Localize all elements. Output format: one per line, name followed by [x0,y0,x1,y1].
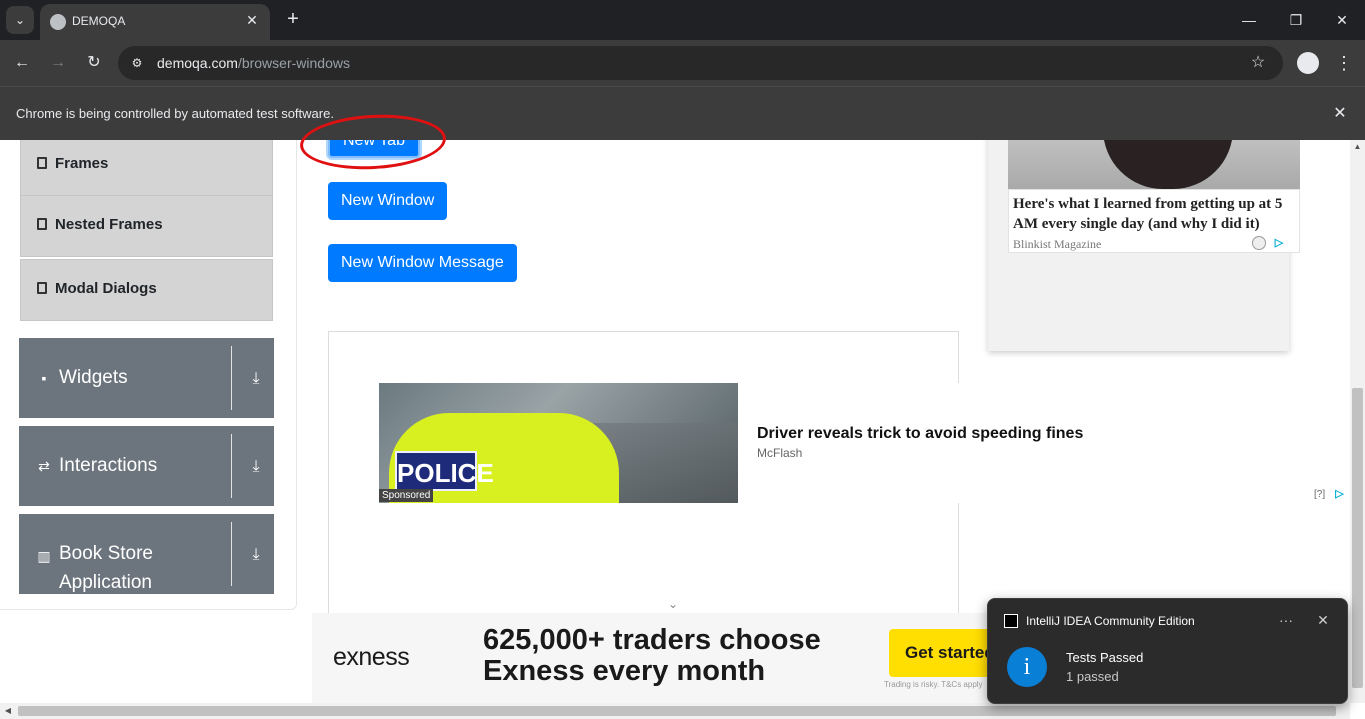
exness-logo: exness [333,643,410,671]
sidebar-group-label: Interactions [59,455,158,476]
infobar-close-icon[interactable]: ✕ [1330,104,1350,124]
ad-image-subject [1103,140,1233,189]
html5-icon [37,218,47,230]
ad-source: McFlash [757,446,803,460]
ad-text-panel[interactable]: Driver reveals trick to avoid speeding f… [738,383,1350,503]
vertical-scrollbar[interactable]: ▲ [1350,140,1365,703]
sidebar-group-interactions[interactable]: ⇄ Interactions ⤓ [19,426,274,506]
scroll-left-icon[interactable]: ◀ [3,706,13,716]
sidebar-item-label: Modal Dialogs [55,280,157,297]
forward-button[interactable]: → [46,51,70,75]
download-icon[interactable]: ⤓ [246,369,266,389]
more-options-icon[interactable]: ··· [1276,610,1296,630]
get-started-button[interactable]: Get started [889,629,999,677]
interactions-icon: ⇄ [38,458,50,474]
sidebar-group-book-store[interactable]: ▥ Book Store Application ⤓ [19,514,274,594]
chrome-menu-icon[interactable]: ⋮ [1334,51,1354,75]
download-icon[interactable]: ⤓ [246,457,266,477]
new-tab-button[interactable]: + [281,8,305,32]
toast-body: 1 passed [1066,669,1119,684]
book-icon: ▥ [37,548,51,564]
sidebar-item-frames[interactable]: Frames [20,140,273,196]
risk-disclaimer: Trading is risky. T&Cs apply [884,680,983,689]
banner-headline-line1: 625,000+ traders choose [483,624,821,656]
infobar-text: Chrome is being controlled by automated … [16,106,334,121]
sidebar-item-label: Nested Frames [55,216,163,233]
profile-avatar-icon[interactable] [1297,52,1319,74]
sidebar-item-nested-frames[interactable]: Nested Frames [20,195,273,257]
window-minimize-button[interactable]: — [1237,8,1261,32]
sidebar-item-label: Frames [55,155,109,172]
site-info-icon[interactable]: ⚙ [128,54,146,72]
sponsored-label: Sponsored [379,489,434,502]
divider [231,522,232,586]
sidebar-group-label-line1: Book Store [59,543,153,564]
url-text[interactable]: demoqa.com/browser-windows [157,55,350,71]
automation-infobar: Chrome is being controlled by automated … [0,86,1365,140]
divider [231,434,232,498]
tab-title: DEMOQA [72,14,126,28]
address-bar[interactable]: ⚙ demoqa.com/browser-windows ☆ [118,46,1283,80]
window-close-button[interactable]: ✕ [1330,8,1354,32]
sidebar-group-widgets[interactable]: ▪ Widgets ⤓ [19,338,274,418]
police-sign: POLICE [395,451,494,491]
banner-headline: 625,000+ traders choose Exness every mon… [483,625,821,687]
tab-close-icon[interactable]: ✕ [242,10,262,30]
widgets-icon: ▪ [41,370,47,386]
scrollbar-thumb[interactable] [18,706,1336,716]
ad-source: Blinkist Magazine [1013,237,1102,251]
window-restore-button[interactable]: ❐ [1284,8,1308,32]
ad-image [1008,140,1300,189]
ad-title[interactable]: Here's what I learned from getting up at… [1013,194,1298,234]
toast-title: Tests Passed [1066,650,1144,665]
intellij-icon [1004,614,1018,628]
download-icon[interactable]: ⤓ [246,545,266,565]
toast-app-name: IntelliJ IDEA Community Edition [1026,614,1195,628]
info-icon: i [1007,647,1047,687]
html5-icon [37,282,47,294]
chevron-down-icon[interactable]: ⌄ [665,596,681,612]
bookmark-star-icon[interactable]: ☆ [1247,52,1269,74]
back-button[interactable]: ← [10,51,34,75]
ad-feedback-icon[interactable] [1252,236,1266,250]
scrollbar-thumb[interactable] [1352,388,1363,688]
ad-image[interactable]: POLICE [379,383,738,503]
tab-strip: ⌄ DEMOQA ✕ + — ❐ ✕ [0,0,1365,40]
sidebar-group-label: Widgets [59,367,128,388]
browser-toolbar: ← → ↻ ⚙ demoqa.com/browser-windows ☆ ⋮ [0,40,1365,86]
tab-search-button[interactable]: ⌄ [6,6,34,34]
sidebar-group-label-line2: Application [59,572,152,593]
globe-icon [50,14,66,30]
divider [231,346,232,410]
tab-demoqa[interactable]: DEMOQA ✕ [40,4,270,40]
reload-button[interactable]: ↻ [82,51,106,75]
url-path: /browser-windows [237,55,350,71]
banner-headline-line2: Exness every month [483,655,766,687]
side-ad[interactable]: Here's what I learned from getting up at… [988,140,1300,351]
url-domain: demoqa.com [157,55,238,71]
new-window-message-button[interactable]: New Window Message [328,244,517,282]
close-icon[interactable]: ✕ [1313,610,1333,630]
ad-help-link[interactable]: [?] [1314,489,1325,500]
new-window-button[interactable]: New Window [328,182,448,220]
notification-toast[interactable]: IntelliJ IDEA Community Edition ··· ✕ i … [987,598,1348,704]
adchoices-icon[interactable]: ▷ [1333,488,1346,501]
horizontal-scrollbar[interactable]: ◀ [0,703,1350,719]
scroll-up-icon[interactable]: ▲ [1353,142,1362,151]
html5-icon [37,157,47,169]
ad-headline[interactable]: Driver reveals trick to avoid speeding f… [757,425,1083,443]
new-tab-button[interactable]: New Tab [328,140,420,158]
adchoices-icon[interactable]: ▷ [1271,235,1287,251]
sidebar-item-modal-dialogs[interactable]: Modal Dialogs [20,259,273,321]
